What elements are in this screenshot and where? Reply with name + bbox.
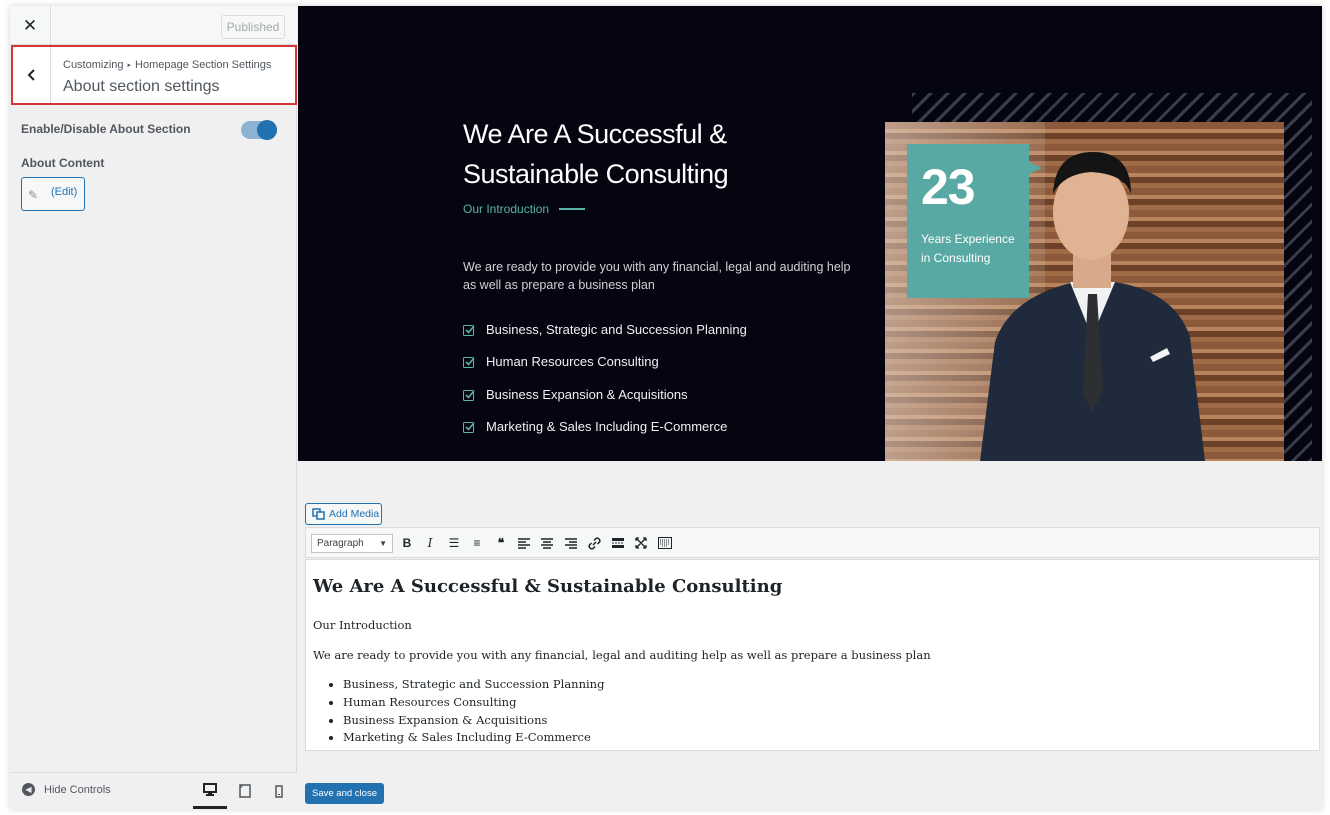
fullscreen-button[interactable] (631, 533, 651, 553)
blockquote-button[interactable]: ❝ (491, 533, 511, 553)
checkbox-icon (463, 325, 475, 336)
sidebar-footer: ◀ Hide Controls (10, 772, 297, 809)
preview-desktop-button[interactable] (193, 773, 227, 809)
experience-number: 23 (921, 159, 976, 215)
tablet-icon (239, 784, 251, 798)
intro-label: Our Introduction (463, 202, 550, 216)
about-list: Business, Strategic and Succession Plann… (463, 322, 747, 451)
hide-controls-button[interactable]: ◀ Hide Controls (22, 783, 111, 796)
checkbox-icon (463, 357, 475, 369)
align-left-icon (518, 537, 530, 549)
back-button[interactable] (13, 47, 51, 103)
list-item: Business, Strategic and Succession Plann… (463, 322, 747, 354)
badge-pointer (1029, 162, 1042, 174)
list-item: Human Resources Consulting (463, 354, 747, 386)
content-heading: We Are A Successful & Sustainable Consul… (313, 576, 783, 597)
content-list-item: Business Expansion & Acquisitions (343, 712, 604, 730)
preview-tablet-button[interactable] (228, 773, 262, 809)
list-item-text: Human Resources Consulting (486, 354, 659, 370)
align-right-icon (565, 537, 577, 549)
numbered-list-icon: ≡ (473, 536, 481, 550)
list-item-text: Business Expansion & Acquisitions (486, 386, 688, 402)
bullet-list-icon: ☰ (448, 536, 460, 550)
save-and-close-button[interactable]: Save and close (305, 783, 384, 804)
chevron-left-icon (27, 69, 35, 81)
list-item: Business Expansion & Acquisitions (463, 387, 747, 419)
content-list-item: Human Resources Consulting (343, 694, 604, 712)
experience-text: Years Experience in Consulting (921, 232, 1015, 265)
toggle-knob (257, 120, 277, 140)
about-description: We are ready to provide you with any fin… (463, 260, 851, 292)
content-intro: Our Introduction (313, 618, 412, 632)
format-select-value: Paragraph (317, 538, 364, 549)
checkbox-icon (463, 421, 475, 433)
content-list-item: Marketing & Sales Including E-Commerce (343, 729, 604, 747)
collapse-icon: ◀ (22, 783, 35, 796)
content-list: Business, Strategic and Succession Plann… (343, 676, 604, 747)
list-item: Marketing & Sales Including E-Commerce (463, 419, 747, 451)
experience-badge: 23 Years Experience in Consulting (907, 144, 1042, 298)
link-icon (587, 536, 601, 550)
list-item-text: Business, Strategic and Succession Plann… (486, 322, 747, 337)
align-right-button[interactable] (561, 533, 581, 553)
editor-toolbar: Paragraph ▼ B I ☰ ≡ ❝ (305, 527, 1320, 558)
desktop-icon (203, 783, 217, 796)
toolbar-toggle-icon (658, 537, 672, 549)
editor-content-area[interactable]: We Are A Successful & Sustainable Consul… (305, 559, 1320, 751)
align-center-icon (541, 537, 553, 549)
italic-icon: I (427, 536, 433, 550)
align-center-button[interactable] (537, 533, 557, 553)
content-list-item: Business, Strategic and Succession Plann… (343, 676, 604, 694)
add-media-button[interactable]: Add Media (305, 503, 382, 525)
breadcrumb: Customizing ▸ Homepage Section Settings (63, 59, 271, 71)
content-editor: Add Media Paragraph ▼ B I ☰ ≡ ❝ We Are A… (298, 461, 1322, 809)
about-section-toggle[interactable] (241, 120, 277, 140)
media-icon (312, 508, 325, 520)
published-button[interactable]: Published (221, 15, 285, 39)
link-button[interactable] (584, 533, 604, 553)
mobile-icon (275, 784, 283, 798)
blockquote-icon: ❝ (497, 536, 505, 550)
site-preview: We Are A Successful & Sustainable Consul… (298, 6, 1322, 461)
add-media-label: Add Media (329, 508, 380, 520)
pencil-icon: ✎ (28, 188, 39, 202)
read-more-icon (612, 538, 624, 548)
checkbox-icon (463, 389, 475, 401)
align-left-button[interactable] (514, 533, 534, 553)
preview-mobile-button[interactable] (262, 773, 296, 809)
edit-content-button[interactable]: ✎ (Edit) (21, 177, 85, 211)
list-item-text: Marketing & Sales Including E-Commerce (486, 418, 728, 434)
toolbar-toggle-button[interactable] (655, 533, 675, 553)
fullscreen-icon (635, 537, 647, 549)
section-title: About section settings (63, 78, 220, 95)
about-content-label: About Content (21, 156, 105, 170)
read-more-button[interactable] (608, 533, 628, 553)
intro-dash (559, 208, 586, 210)
chevron-down-icon: ▼ (379, 539, 387, 548)
hide-controls-label: Hide Controls (44, 783, 111, 796)
section-title-panel: Customizing ▸ Homepage Section Settings Ab… (11, 45, 297, 105)
italic-button[interactable]: I (420, 533, 440, 553)
about-title: We Are A Successful & Sustainable Consul… (463, 119, 729, 189)
about-intro: Our Introduction (463, 202, 586, 216)
customizer-sidebar: ✕ Published Customizing ▸ Homepage Section… (10, 6, 297, 809)
close-button[interactable]: ✕ (10, 6, 51, 45)
customizer-window: ✕ Published Customizing ▸ Homepage Section… (10, 6, 1322, 809)
sidebar-header: ✕ Published (10, 6, 297, 45)
breadcrumb-parent: Homepage Section Settings (135, 59, 272, 71)
format-select[interactable]: Paragraph ▼ (311, 534, 393, 553)
breadcrumb-root: Customizing (63, 59, 124, 71)
bullet-list-button[interactable]: ☰ (444, 533, 464, 553)
numbered-list-button[interactable]: ≡ (467, 533, 487, 553)
toggle-label: Enable/Disable About Section (21, 122, 191, 136)
bold-icon: B (402, 536, 412, 550)
content-description: We are ready to provide you with any fin… (313, 648, 931, 662)
bold-button[interactable]: B (397, 533, 417, 553)
breadcrumb-separator: ▸ (127, 62, 132, 69)
edit-label: (Edit) (51, 186, 78, 198)
